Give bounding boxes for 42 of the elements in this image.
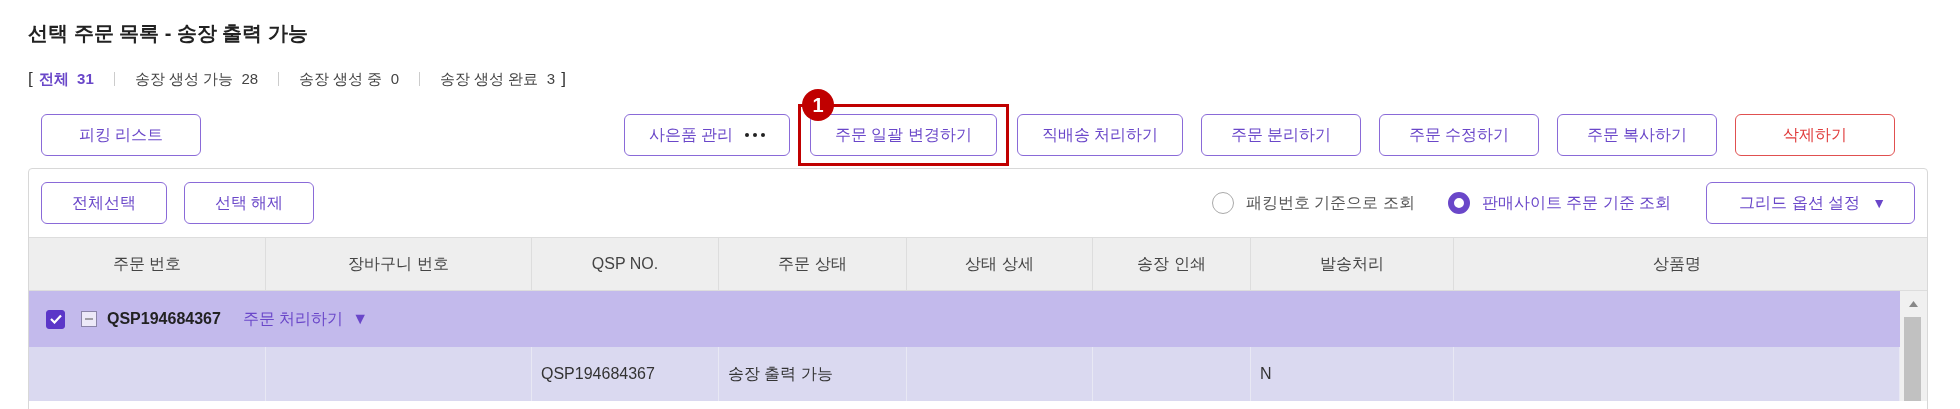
column-header: 발송처리: [1251, 238, 1454, 290]
select-button[interactable]: 선택 해제: [184, 182, 315, 224]
filter-tab[interactable]: 송장 생성 완료 3: [434, 69, 562, 89]
toolbar-button[interactable]: 사은품 관리: [623, 114, 791, 156]
column-header: 송장 인쇄: [1093, 238, 1251, 290]
toolbar-button[interactable]: 주문 복사하기: [1557, 114, 1717, 156]
select-button[interactable]: 전체선택: [41, 182, 167, 224]
section-title: 선택 주문 목록 - 송장 출력 가능: [28, 21, 309, 46]
scrollbar[interactable]: [1900, 291, 1927, 401]
radio-label: 판매사이트 주문 기준 조회: [1481, 192, 1672, 213]
scroll-up-icon[interactable]: [1909, 301, 1918, 307]
table-cell: QSP194684367: [541, 365, 655, 383]
toolbar-button[interactable]: 주문 일괄 변경하기: [810, 114, 997, 156]
column-header: 상태 상세: [907, 238, 1093, 290]
bracket: [: [28, 69, 33, 89]
column-header: 장바구니 번호: [266, 238, 532, 290]
column-header: 주문 번호: [29, 238, 266, 290]
collapse-icon[interactable]: [81, 311, 97, 327]
filter-tab[interactable]: 송장 생성 가능 28: [128, 69, 265, 89]
column-header: 주문 상태: [719, 238, 907, 290]
filter-tab[interactable]: 전체 31: [32, 69, 100, 89]
filter-tab[interactable]: 송장 생성 중 0: [293, 69, 406, 89]
radio-label: 패킹번호 기준으로 조회: [1246, 192, 1415, 213]
callout-badge: 1: [802, 89, 835, 121]
bracket: ]: [561, 69, 566, 89]
order-action-dropdown[interactable]: 주문 처리하기 ▼: [242, 308, 369, 330]
column-header: QSP NO.: [532, 238, 719, 290]
toolbar-button[interactable]: 주문 분리하기: [1201, 114, 1361, 156]
toolbar-button[interactable]: 피킹 리스트: [41, 114, 201, 156]
radio-button[interactable]: [1212, 192, 1234, 214]
table-cell: N: [1260, 365, 1272, 383]
toolbar-button[interactable]: 주문 수정하기: [1379, 114, 1539, 156]
radio-button[interactable]: [1447, 192, 1470, 214]
toolbar-button[interactable]: 직배송 처리하기: [1016, 114, 1183, 156]
more-icon: [745, 133, 766, 137]
checkbox[interactable]: [46, 309, 65, 329]
grid-options-button[interactable]: 그리드 옵션 설정 ▼: [1706, 182, 1915, 224]
table-cell-text: 송장 출력 가능: [728, 363, 833, 384]
column-header: 상품명: [1652, 253, 1702, 274]
group-order-number: QSP194684367: [107, 310, 221, 328]
check-icon: [49, 314, 62, 324]
toolbar-button[interactable]: 삭제하기: [1735, 114, 1895, 156]
